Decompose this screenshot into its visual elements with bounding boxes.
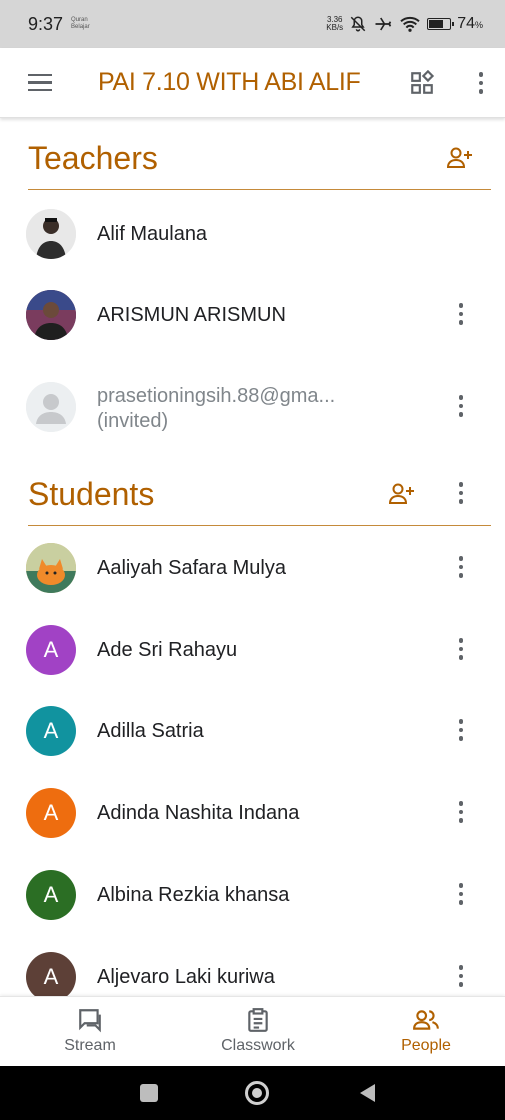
nav-classwork[interactable]: Classwork <box>188 1007 328 1055</box>
bottom-nav: Stream Classwork People <box>0 996 505 1066</box>
avatar <box>26 543 76 593</box>
status-bar: 9:37 Quran Belajar 3.36 KB/s 74% <box>0 0 505 48</box>
net-speed: 3.36 KB/s <box>326 16 343 32</box>
class-view-icon[interactable] <box>409 70 435 96</box>
battery-charging-icon <box>427 18 455 30</box>
student-name: Aaliyah Safara Mulya <box>97 557 286 579</box>
people-icon <box>413 1010 439 1030</box>
students-title: Students <box>28 476 155 512</box>
invite-teacher-icon[interactable] <box>446 146 474 170</box>
student-name: Aljevaro Laki kuriwa <box>97 966 275 988</box>
more-vert-icon[interactable] <box>458 556 464 578</box>
invited-email: prasetioningsih.88@gma... <box>97 385 336 407</box>
more-vert-icon[interactable] <box>458 638 464 660</box>
avatar: A <box>26 706 76 756</box>
back-icon[interactable] <box>360 1084 375 1102</box>
teacher-name: ARISMUN ARISMUN <box>97 304 286 326</box>
more-vert-icon[interactable] <box>458 965 464 987</box>
more-vert-icon[interactable] <box>458 395 464 417</box>
airplane-icon <box>375 17 392 31</box>
invited-teacher: prasetioningsih.88@gma... (invited) <box>97 384 335 434</box>
list-item[interactable]: A Albina Rezkia khansa <box>0 856 505 934</box>
nav-stream-label: Stream <box>64 1037 116 1054</box>
list-item[interactable]: ARISMUN ARISMUN <box>0 276 505 354</box>
classwork-icon <box>248 1008 268 1032</box>
invited-status: (invited) <box>97 410 169 432</box>
list-item[interactable]: A Adinda Nashita Indana <box>0 774 505 852</box>
status-time: 9:37 <box>28 13 64 34</box>
nav-people-label: People <box>401 1037 451 1054</box>
student-name: Ade Sri Rahayu <box>97 639 238 661</box>
class-title: PAI 7.10 WITH ABI ALIF <box>98 68 361 96</box>
teachers-header: Teachers <box>28 130 491 190</box>
nav-classwork-label: Classwork <box>221 1037 295 1054</box>
list-item[interactable]: A Adilla Satria <box>0 692 505 770</box>
more-vert-icon[interactable] <box>458 482 464 504</box>
home-icon[interactable] <box>245 1081 269 1105</box>
avatar: A <box>26 952 76 1002</box>
invite-student-icon[interactable] <box>388 482 416 506</box>
more-vert-icon[interactable] <box>458 883 464 905</box>
list-item[interactable]: A Ade Sri Rahayu <box>0 611 505 689</box>
nav-stream[interactable]: Stream <box>20 1007 160 1055</box>
avatar: A <box>26 625 76 675</box>
nav-people[interactable]: People <box>356 1007 496 1055</box>
list-item[interactable]: Aaliyah Safara Mulya <box>0 529 505 607</box>
battery-percent-sign: % <box>474 20 483 30</box>
list-item[interactable]: prasetioningsih.88@gma... (invited) <box>0 368 505 446</box>
teacher-name: Alif Maulana <box>97 223 208 245</box>
net-speed-unit: KB/s <box>326 23 344 32</box>
list-item[interactable]: Alif Maulana <box>0 195 505 273</box>
more-vert-icon[interactable] <box>458 303 464 325</box>
wifi-icon <box>400 16 420 32</box>
app-bar: PAI 7.10 WITH ABI ALIF <box>0 48 505 118</box>
status-app-hint: Quran Belajar <box>71 17 90 30</box>
avatar: A <box>26 788 76 838</box>
avatar: A <box>26 870 76 920</box>
more-vert-icon[interactable] <box>458 801 464 823</box>
status-icons: 3.36 KB/s 74% <box>326 15 483 33</box>
menu-icon[interactable] <box>28 73 58 92</box>
avatar-placeholder <box>26 382 76 432</box>
system-nav-bar <box>0 1066 505 1120</box>
student-name: Albina Rezkia khansa <box>97 884 290 906</box>
stream-icon <box>79 1009 101 1033</box>
student-name: Adilla Satria <box>97 720 204 742</box>
more-vert-icon[interactable] <box>458 719 464 741</box>
recents-icon[interactable] <box>140 1084 158 1102</box>
avatar <box>26 209 76 259</box>
students-header: Students <box>28 466 491 526</box>
avatar <box>26 290 76 340</box>
more-vert-icon[interactable] <box>478 72 484 94</box>
teachers-title: Teachers <box>28 140 158 176</box>
bell-off-icon <box>350 16 366 32</box>
battery-percent: 74% <box>457 15 483 33</box>
battery-percent-value: 74 <box>457 15 475 32</box>
student-name: Adinda Nashita Indana <box>97 802 300 824</box>
